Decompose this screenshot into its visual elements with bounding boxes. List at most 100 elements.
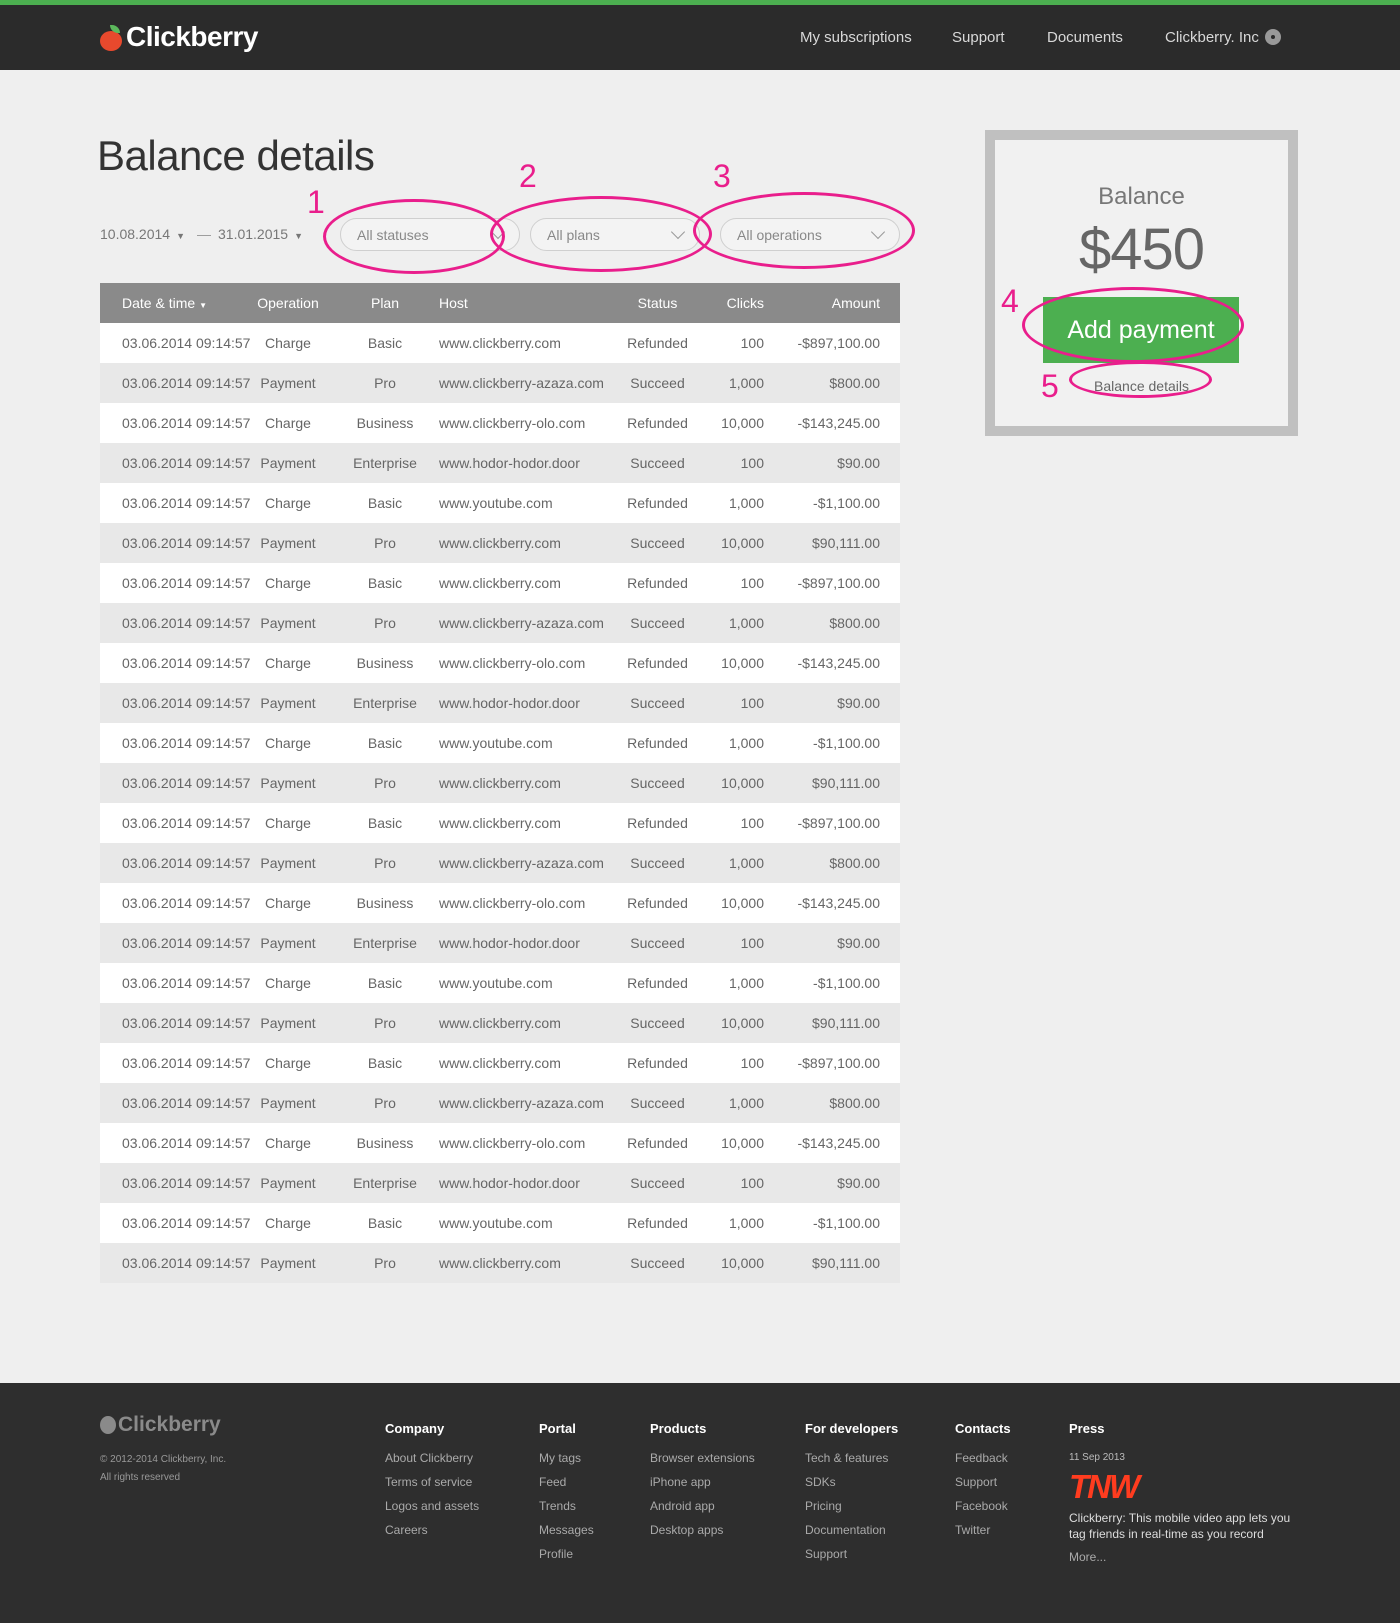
- footer-link[interactable]: Feed: [539, 1470, 594, 1494]
- footer-link[interactable]: Trends: [539, 1494, 594, 1518]
- nav-my-subscriptions[interactable]: My subscriptions: [800, 29, 912, 46]
- table-row: 03.06.2014 09:14:57 Payment Enterprise www.…: [100, 683, 900, 723]
- cell-host: www.clickberry.com: [439, 335, 561, 351]
- footer-link[interactable]: Pricing: [805, 1494, 898, 1518]
- footer-link[interactable]: iPhone app: [650, 1470, 755, 1494]
- cell-status: Succeed: [630, 535, 685, 551]
- cell-host: www.hodor-hodor.door: [439, 455, 580, 471]
- cell-host: www.clickberry.com: [439, 1255, 561, 1271]
- cell-plan: Basic: [367, 335, 403, 351]
- footer-link[interactable]: Profile: [539, 1542, 594, 1566]
- footer-link[interactable]: Browser extensions: [650, 1446, 755, 1470]
- cell-clicks: 100: [740, 575, 764, 591]
- cell-status: Refunded: [627, 495, 688, 511]
- footer-column-title: Products: [650, 1421, 707, 1436]
- table-row: 03.06.2014 09:14:57 Charge Basic www.clickb…: [100, 1043, 900, 1083]
- cell-date: 03.06.2014 09:14:57: [122, 975, 251, 991]
- annotation-number-4: 4: [1001, 283, 1019, 319]
- cell-status: Refunded: [627, 1215, 688, 1231]
- footer-link[interactable]: Careers: [385, 1518, 479, 1542]
- footer-link[interactable]: Support: [955, 1470, 1011, 1494]
- tnw-logo[interactable]: TNW: [1069, 1470, 1299, 1504]
- cell-date: 03.06.2014 09:14:57: [122, 1135, 251, 1151]
- cell-operation: Charge: [265, 735, 311, 751]
- cell-clicks: 100: [740, 815, 764, 831]
- table-row: 03.06.2014 09:14:57 Payment Pro www.clickbe…: [100, 1083, 900, 1123]
- cell-clicks: 1,000: [728, 975, 764, 991]
- cell-clicks: 1,000: [728, 1215, 764, 1231]
- cell-date: 03.06.2014 09:14:57: [122, 615, 251, 631]
- cell-plan: Pro: [374, 1095, 396, 1111]
- cell-amount: $90,111.00: [812, 775, 880, 791]
- cell-plan: Enterprise: [353, 695, 417, 711]
- nav-support[interactable]: Support: [952, 29, 1005, 46]
- cell-clicks: 1,000: [728, 615, 764, 631]
- cell-host: www.youtube.com: [439, 735, 553, 751]
- cell-status: Refunded: [627, 735, 688, 751]
- date-from-value: 10.08.2014: [100, 226, 171, 242]
- press-article-text[interactable]: Clickberry: This mobile video app lets y…: [1069, 1510, 1299, 1542]
- cell-date: 03.06.2014 09:14:57: [122, 815, 251, 831]
- cell-date: 03.06.2014 09:14:57: [122, 375, 251, 391]
- table-row: 03.06.2014 09:14:57 Charge Basic www.clickb…: [100, 803, 900, 843]
- cell-date: 03.06.2014 09:14:57: [122, 1215, 251, 1231]
- cell-operation: Charge: [265, 335, 311, 351]
- cell-date: 03.06.2014 09:14:57: [122, 335, 251, 351]
- footer-link[interactable]: SDKs: [805, 1470, 898, 1494]
- cell-operation: Charge: [265, 415, 311, 431]
- footer-column-title: Company: [385, 1421, 445, 1436]
- column-date-label: Date & time: [122, 295, 196, 311]
- cell-clicks: 10,000: [721, 535, 764, 551]
- table-row: 03.06.2014 09:14:57 Payment Enterprise www.…: [100, 923, 900, 963]
- cell-operation: Charge: [265, 1055, 311, 1071]
- footer-link[interactable]: Support: [805, 1542, 898, 1566]
- footer-link[interactable]: Facebook: [955, 1494, 1011, 1518]
- date-from-picker[interactable]: 10.08.2014 ▼: [100, 226, 185, 242]
- account-name: Clickberry. Inc: [1165, 29, 1259, 46]
- cell-host: www.clickberry.com: [439, 1015, 561, 1031]
- cell-date: 03.06.2014 09:14:57: [122, 1175, 251, 1191]
- cell-operation: Payment: [260, 775, 316, 791]
- column-date-sort[interactable]: Date & time ▼: [122, 283, 207, 323]
- cell-plan: Basic: [367, 1055, 403, 1071]
- footer-press: Press 11 Sep 2013 TNW Clickberry: This m…: [1069, 1421, 1299, 1564]
- date-to-picker[interactable]: 31.01.2015 ▼: [218, 226, 303, 242]
- cell-clicks: 1,000: [728, 1095, 764, 1111]
- cell-amount: -$1,100.00: [813, 735, 880, 751]
- nav-documents[interactable]: Documents: [1047, 29, 1123, 46]
- balance-amount: $450: [1078, 217, 1205, 282]
- cell-plan: Basic: [367, 975, 403, 991]
- footer-link[interactable]: Terms of service: [385, 1470, 479, 1494]
- cell-status: Succeed: [630, 935, 685, 951]
- cell-clicks: 100: [740, 935, 764, 951]
- footer-link[interactable]: Twitter: [955, 1518, 1011, 1542]
- press-more-link[interactable]: More...: [1069, 1550, 1299, 1564]
- cell-operation: Charge: [265, 815, 311, 831]
- footer-link[interactable]: My tags: [539, 1446, 594, 1470]
- footer-link[interactable]: Android app: [650, 1494, 755, 1518]
- footer-link[interactable]: Desktop apps: [650, 1518, 755, 1542]
- cell-plan: Enterprise: [353, 455, 417, 471]
- table-row: 03.06.2014 09:14:57 Payment Pro www.clickbe…: [100, 1243, 900, 1283]
- annotation-ring-3: [693, 192, 915, 269]
- cell-clicks: 10,000: [721, 1135, 764, 1151]
- footer-link[interactable]: Tech & features: [805, 1446, 898, 1470]
- footer-link[interactable]: Logos and assets: [385, 1494, 479, 1518]
- cell-amount: $800.00: [829, 615, 880, 631]
- footer-link[interactable]: Documentation: [805, 1518, 898, 1542]
- cell-plan: Basic: [367, 575, 403, 591]
- cell-status: Succeed: [630, 695, 685, 711]
- cell-operation: Charge: [265, 895, 311, 911]
- nav-account[interactable]: Clickberry. Inc: [1165, 29, 1281, 46]
- cell-host: www.clickberry-azaza.com: [439, 615, 604, 631]
- annotation-ring-4: [1022, 287, 1244, 363]
- cell-status: Succeed: [630, 775, 685, 791]
- footer-link[interactable]: About Clickberry: [385, 1446, 479, 1470]
- table-row: 03.06.2014 09:14:57 Payment Pro www.clickbe…: [100, 523, 900, 563]
- footer-logo[interactable]: Clickberry: [100, 1413, 221, 1437]
- footer-link[interactable]: Messages: [539, 1518, 594, 1542]
- gear-icon[interactable]: [1264, 29, 1281, 45]
- annotation-ring-2: [490, 196, 712, 272]
- footer-link[interactable]: Feedback: [955, 1446, 1011, 1470]
- cell-amount: -$143,245.00: [797, 655, 880, 671]
